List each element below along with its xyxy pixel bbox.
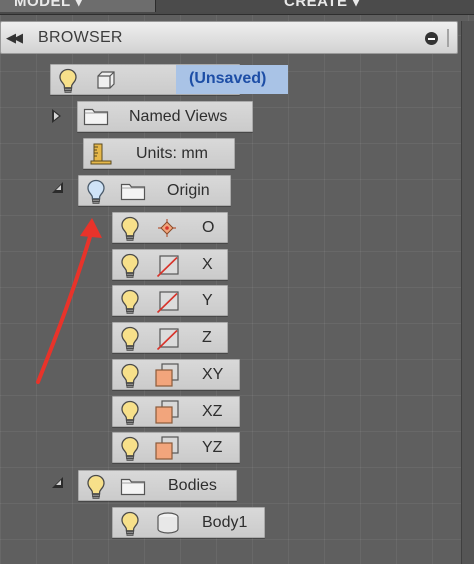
tree-item-y-axis-label: Y bbox=[202, 292, 213, 309]
tree-item-yz-plane[interactable]: YZ bbox=[112, 432, 240, 463]
axis-icon bbox=[156, 290, 180, 314]
lightbulb-icon[interactable] bbox=[86, 179, 106, 205]
lightbulb-icon[interactable] bbox=[120, 400, 140, 426]
tree-item-bodies-label: Bodies bbox=[168, 477, 217, 494]
tree-item-xy-plane[interactable]: XY bbox=[112, 359, 240, 390]
tree-item-root-label: (Unsaved) bbox=[189, 70, 267, 87]
expand-toggle-bodies[interactable] bbox=[52, 477, 63, 488]
tree-item-origin-label: Origin bbox=[167, 182, 210, 199]
tree-item-origin-point[interactable]: O bbox=[112, 212, 228, 243]
annotation-arrow bbox=[36, 218, 102, 384]
tree-item-origin[interactable]: Origin bbox=[78, 175, 231, 206]
tree-item-x-axis[interactable]: X bbox=[112, 249, 228, 280]
axis-icon bbox=[156, 327, 180, 351]
ruler-icon bbox=[90, 143, 112, 165]
lightbulb-icon[interactable] bbox=[120, 511, 140, 537]
tree-item-z-axis-label: Z bbox=[202, 329, 212, 346]
lightbulb-icon[interactable] bbox=[120, 289, 140, 315]
browser-title: BROWSER bbox=[38, 29, 123, 46]
tree-item-bodies[interactable]: Bodies bbox=[78, 470, 237, 501]
axis-icon bbox=[156, 254, 180, 278]
tab-model-label: MODEL ▾ bbox=[14, 0, 84, 10]
tree-item-xz-plane-label: XZ bbox=[202, 403, 223, 420]
tree-item-root[interactable]: (Unsaved) bbox=[50, 64, 288, 95]
plane-icon bbox=[154, 435, 180, 461]
body-icon bbox=[157, 512, 179, 534]
tree-item-z-axis[interactable]: Z bbox=[112, 322, 228, 353]
scrollbar[interactable] bbox=[461, 21, 474, 564]
top-toolbar: MODEL ▾ CREATE ▾ bbox=[0, 0, 474, 15]
lightbulb-icon[interactable] bbox=[86, 474, 106, 500]
tab-create-label: CREATE ▾ bbox=[284, 0, 361, 10]
lightbulb-icon[interactable] bbox=[58, 68, 78, 94]
lightbulb-icon[interactable] bbox=[120, 436, 140, 462]
tree-item-named-views[interactable]: Named Views bbox=[77, 101, 253, 132]
collapse-panel-icon[interactable]: ◀◀ bbox=[6, 30, 24, 46]
lightbulb-icon[interactable] bbox=[120, 363, 140, 389]
tree-item-units-label: Units: mm bbox=[136, 145, 208, 162]
tree-item-body1-label: Body1 bbox=[202, 514, 248, 531]
tree-item-yz-plane-label: YZ bbox=[202, 439, 223, 456]
origin-point-icon bbox=[158, 219, 176, 237]
folder-icon bbox=[120, 181, 146, 201]
tree-item-xz-plane[interactable]: XZ bbox=[112, 396, 240, 427]
tree-item-origin-point-label: O bbox=[202, 219, 215, 236]
folder-icon bbox=[120, 476, 146, 496]
plane-icon bbox=[154, 362, 180, 388]
plane-icon bbox=[154, 399, 180, 425]
tree-item-units[interactable]: Units: mm bbox=[83, 138, 235, 169]
expand-toggle-origin[interactable] bbox=[52, 182, 63, 193]
browser-header: ◀◀ BROWSER bbox=[0, 21, 458, 54]
expand-toggle-named-views[interactable] bbox=[52, 109, 61, 123]
lightbulb-icon[interactable] bbox=[120, 216, 140, 242]
folder-icon bbox=[83, 106, 109, 126]
tree-item-xy-plane-label: XY bbox=[202, 366, 224, 383]
component-box-icon bbox=[97, 71, 115, 89]
tab-create[interactable]: CREATE ▾ bbox=[156, 0, 474, 12]
unsaved-highlight: (Unsaved) bbox=[176, 65, 288, 94]
panel-grip-handle[interactable] bbox=[447, 29, 449, 47]
tree-item-body1[interactable]: Body1 bbox=[112, 507, 265, 538]
tree-item-x-axis-label: X bbox=[202, 256, 213, 273]
lightbulb-icon[interactable] bbox=[120, 253, 140, 279]
tab-model[interactable]: MODEL ▾ bbox=[0, 0, 156, 12]
tree-item-y-axis[interactable]: Y bbox=[112, 285, 228, 316]
tree-item-named-views-label: Named Views bbox=[129, 108, 228, 125]
lightbulb-icon[interactable] bbox=[120, 326, 140, 352]
minus-circle-icon[interactable] bbox=[425, 32, 438, 45]
